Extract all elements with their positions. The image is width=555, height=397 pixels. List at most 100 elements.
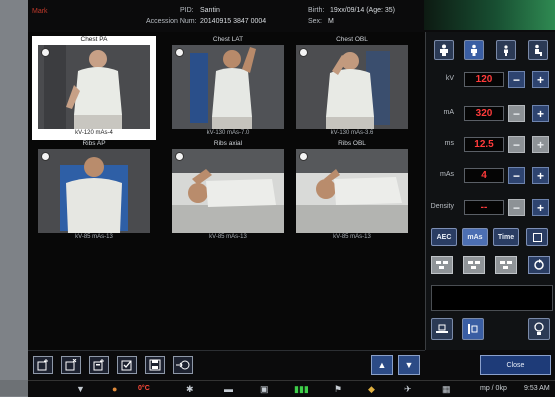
up-arrow-icon[interactable]: ▲ [371,355,393,375]
ma-increase-button[interactable]: + [532,105,549,122]
patient-large-icon[interactable] [434,40,454,60]
accession-value: 20140915 3847 0004 [200,18,267,25]
settings-icon: ✱ [186,384,194,394]
select-radio[interactable] [175,152,184,161]
warning-icon: ◆ [368,384,375,394]
flag-icon: ⚑ [334,384,343,394]
select-radio[interactable] [175,48,184,57]
aec-field-right-icon[interactable] [495,256,517,274]
density-increase-button[interactable]: + [532,199,549,216]
card-caption: kV-130 mAs-3.6 [330,130,374,136]
delete-exam-icon[interactable] [61,356,81,374]
reset-icon[interactable] [528,256,550,274]
mas-decrease-button[interactable]: − [508,167,525,184]
kv-increase-button[interactable]: + [532,71,549,88]
message-box [431,285,553,311]
select-radio[interactable] [41,48,50,57]
protocol-card-ribs-ap[interactable]: Ribs AP kV-85 mAs-13 [32,140,156,244]
card-title: Chest PA [80,36,108,43]
protocol-card-chest-obl[interactable]: Chest OBL kV-130 mAs-3.6 [290,36,414,140]
add-exam-icon[interactable] [33,356,53,374]
card-title: Chest LAT [212,36,244,43]
card-caption: kV-120 mAs-4 [75,130,113,136]
mas-mode-button[interactable]: mAs [462,228,488,246]
protocol-card-chest-pa[interactable]: Chest PA kV-120 mAs-4 [32,36,156,140]
card-title: Ribs AP [82,140,106,147]
save-icon[interactable] [145,356,165,374]
ms-decrease-button[interactable]: − [508,136,525,153]
protocol-grid: Chest PA kV-120 mAs-4 Chest LAT kV-130 m… [28,32,425,350]
temperature-text: 0°C [138,385,150,392]
patient-thumbnail [38,45,150,129]
status-bar: ▼ ● 0°C ✱ ▬ ▣ ▮▮▮ ⚑ ◆ ✈ ▦ mp / 0kp 9:53 … [28,380,555,397]
exam-toolbar: ▲ ▼ [28,350,425,381]
aec-mode-button[interactable]: AEC [431,228,457,246]
card-caption: kV-130 mAs-7.0 [206,130,250,136]
sex-value: M [328,18,334,25]
card-title: Chest OBL [336,36,368,43]
mas-value: 4 [464,168,504,183]
wireless-icon: ✈ [404,384,412,394]
network-icon: ▼ [76,384,85,394]
patient-thumbnail [172,149,284,233]
kv-decrease-button[interactable]: − [508,71,525,88]
accession-label: Accession Num: [146,18,197,25]
density-label: Density [430,203,454,210]
patient-thumbnail [172,45,284,129]
protocol-card-chest-lat[interactable]: Chest LAT kV-130 mAs-7.0 [166,36,290,140]
sex-label: Sex: [308,18,323,25]
battery-icon: ● [112,384,118,394]
confirm-exam-icon[interactable] [117,356,137,374]
birth-label: Birth: [308,7,325,14]
card-caption: kV-85 mAs-13 [209,234,247,240]
detector-table-icon[interactable] [431,318,453,340]
kv-value: 120 [464,72,504,87]
tube-icon: ▬ [224,384,233,394]
header-left-text: Mark [32,8,48,15]
pid-value: Santin [200,7,220,14]
detector-wall-icon[interactable] [462,318,484,340]
left-strip-footer [0,380,28,396]
aec-field-center-icon[interactable] [463,256,485,274]
close-button[interactable]: Close [480,355,551,375]
ma-value: 320 [464,106,504,121]
ms-increase-button[interactable]: + [532,136,549,153]
append-exam-icon[interactable] [89,356,109,374]
mas-label: mAs [440,171,454,178]
header-brand-gradient [424,0,555,30]
select-radio[interactable] [41,152,50,161]
pid-label: PID: [180,7,194,14]
field-select-button[interactable] [526,228,548,246]
patient-small-icon[interactable] [496,40,516,60]
card-caption: kV-85 mAs-13 [333,234,371,240]
birth-value: 19xx/09/14 (Age: 35) [330,7,395,14]
generator-icon: ▣ [260,384,269,394]
left-strip [0,0,28,396]
patient-medium-icon[interactable] [464,40,484,60]
down-arrow-icon[interactable]: ▼ [398,355,420,375]
card-title: Ribs OBL [338,140,366,147]
density-decrease-button[interactable]: − [508,199,525,216]
ms-value: 12.5 [464,137,504,152]
patient-thumbnail [296,45,408,129]
select-radio[interactable] [299,48,308,57]
ms-label: ms [444,140,454,147]
card-title: Ribs axial [213,140,243,147]
protocol-card-ribs-axial[interactable]: Ribs axial kV-85 mAs-13 [166,140,290,244]
patient-thumbnail [38,149,150,233]
select-radio[interactable] [299,152,308,161]
protocol-card-ribs-obl[interactable]: Ribs OBL kV-85 mAs-13 [290,140,414,244]
detector-status-icon: ▦ [442,384,451,394]
signal-icon: ▮▮▮ [294,384,309,394]
lamp-icon[interactable] [528,318,550,340]
patient-thumbnail [296,149,408,233]
time-mode-button[interactable]: Time [493,228,519,246]
send-icon[interactable] [173,356,193,374]
mas-increase-button[interactable]: + [532,167,549,184]
density-value: -- [464,200,504,215]
ma-label: mA [443,109,455,116]
aec-field-left-icon[interactable] [431,256,453,274]
ma-decrease-button[interactable]: − [508,105,525,122]
patient-seated-icon[interactable] [528,40,548,60]
clock-text: 9:53 AM [524,385,550,392]
